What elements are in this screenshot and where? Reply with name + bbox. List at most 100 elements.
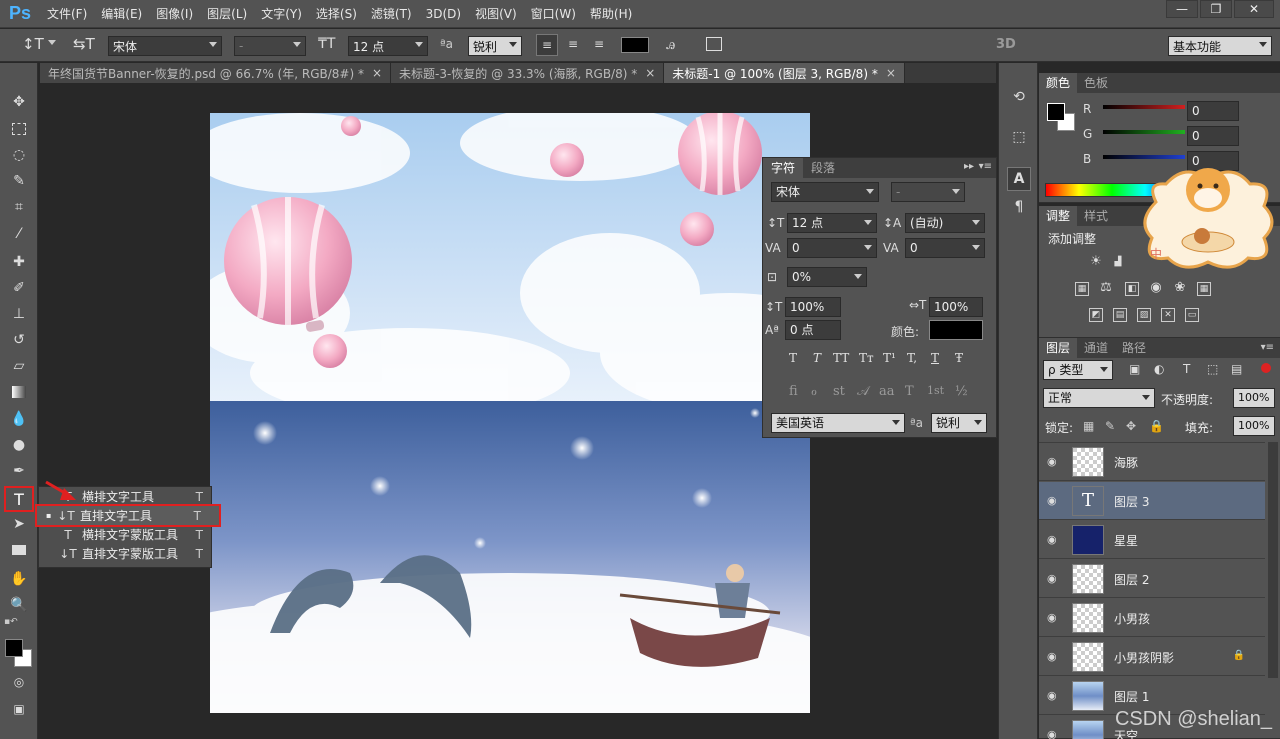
menu-item-9[interactable]: 窗口(W) (524, 0, 583, 28)
layer-row[interactable]: ◉ 海豚 (1039, 443, 1265, 481)
layer-row[interactable]: ◉ 图层 2 (1039, 560, 1265, 598)
balance-icon[interactable]: ⚖ (1099, 281, 1113, 296)
tab-close-icon[interactable]: × (645, 66, 655, 80)
marquee-tool-icon[interactable] (6, 118, 32, 140)
vibrance-icon[interactable]: ▦ (1075, 282, 1089, 296)
layer-row[interactable]: ◉ T 图层 3 (1039, 482, 1265, 520)
color-lookup-icon[interactable]: ▦ (1197, 282, 1211, 296)
selective-color-icon[interactable]: ✕ (1161, 308, 1175, 322)
char-panel-toggle-icon[interactable] (706, 37, 722, 51)
document-tab-1[interactable]: 未标题-3-恢复的 @ 33.3% (海豚, RGB/8) * × (391, 63, 665, 83)
lasso-tool-icon[interactable]: ◌ (6, 144, 32, 166)
small-caps-icon[interactable]: Tт (859, 351, 874, 365)
visibility-eye-icon[interactable]: ◉ (1047, 611, 1061, 625)
close-button[interactable]: ✕ (1234, 0, 1274, 18)
visibility-eye-icon[interactable]: ◉ (1047, 533, 1061, 547)
channel-mixer-icon[interactable]: ❀ (1173, 281, 1187, 296)
visibility-eye-icon[interactable]: ◉ (1047, 650, 1061, 664)
opacity-input[interactable]: 100% (1233, 388, 1275, 408)
align-right-icon[interactable]: ≡ (588, 34, 610, 56)
history-panel-icon[interactable]: ⟲ (1007, 85, 1031, 109)
lock-transparent-icon[interactable]: ▦ (1083, 419, 1094, 433)
flyout-item-horizontal-type-mask[interactable]: T 横排文字蒙版工具 T (39, 525, 211, 544)
tab-styles[interactable]: 样式 (1077, 206, 1115, 226)
tab-close-icon[interactable]: × (886, 66, 896, 80)
char-size-select[interactable]: 12 点 (787, 213, 877, 233)
tab-close-icon[interactable]: × (372, 66, 382, 80)
char-hscale-input[interactable]: 100% (929, 297, 983, 317)
language-select[interactable]: 美国英语 (771, 413, 905, 433)
lock-position-icon[interactable]: ✥ (1126, 419, 1136, 433)
eraser-tool-icon[interactable]: ▱ (6, 355, 32, 377)
font-style-select[interactable]: - (234, 36, 306, 56)
workspace-select[interactable]: 基本功能 (1168, 36, 1272, 56)
default-colors-icon[interactable]: ▪↶ (4, 617, 18, 627)
hand-tool-icon[interactable]: ✋ (6, 568, 32, 590)
fill-input[interactable]: 100% (1233, 416, 1275, 436)
levels-icon[interactable]: ▟ (1111, 256, 1125, 270)
underline-icon[interactable]: T (931, 351, 939, 365)
brightness-icon[interactable]: ☀ (1089, 255, 1103, 270)
fractions-icon[interactable]: ½ (955, 384, 968, 399)
tab-paragraph[interactable]: 段落 (803, 158, 843, 178)
blend-mode-select[interactable]: 正常 (1043, 388, 1155, 408)
channel-slider[interactable] (1103, 155, 1185, 159)
panel-menu-icon[interactable]: ▾≡ (979, 161, 992, 172)
foreground-color-swatch[interactable] (5, 639, 23, 657)
path-select-tool-icon[interactable]: ➤ (6, 513, 32, 535)
menu-item-0[interactable]: 文件(F) (40, 0, 94, 28)
tab-channels[interactable]: 通道 (1077, 338, 1115, 358)
layer-filter-select[interactable]: ρ 类型 (1043, 360, 1113, 380)
strikethrough-icon[interactable]: Ŧ (955, 351, 963, 365)
channel-value-input[interactable]: 0 (1187, 126, 1239, 146)
paragraph-panel-icon[interactable]: ¶ (1007, 195, 1031, 219)
healing-brush-tool-icon[interactable]: ✚ (6, 251, 32, 273)
filter-smart-icon[interactable]: ▤ (1231, 362, 1242, 376)
menu-item-1[interactable]: 编辑(E) (94, 0, 149, 28)
menu-item-6[interactable]: 滤镜(T) (364, 0, 419, 28)
old-style-icon[interactable]: ℴ (811, 384, 817, 399)
char-font-style-select[interactable]: - (891, 182, 965, 202)
tab-color[interactable]: 颜色 (1039, 73, 1078, 93)
menu-item-5[interactable]: 选择(S) (309, 0, 364, 28)
layer-row[interactable]: ◉ 小男孩 (1039, 599, 1265, 637)
channel-slider[interactable] (1103, 130, 1185, 134)
filter-toggle-icon[interactable] (1261, 363, 1271, 373)
artwork-canvas[interactable] (210, 113, 810, 713)
titling-icon[interactable]: T (905, 384, 914, 399)
visibility-eye-icon[interactable]: ◉ (1047, 728, 1061, 739)
threshold-icon[interactable]: ▨ (1137, 308, 1151, 322)
invert-icon[interactable]: ◩ (1089, 308, 1103, 322)
channel-value-input[interactable]: 0 (1187, 101, 1239, 121)
warp-text-icon[interactable]: ꭿ (666, 35, 675, 53)
move-tool-icon[interactable]: ✥ (6, 91, 32, 113)
antialias-select[interactable]: 锐利 (468, 36, 522, 56)
menu-item-7[interactable]: 3D(D) (419, 0, 468, 28)
tab-layers[interactable]: 图层 (1039, 338, 1078, 358)
menu-item-4[interactable]: 文字(Y) (254, 0, 309, 28)
ligature-icon[interactable]: ﬁ (789, 384, 798, 399)
text-color-swatch[interactable] (621, 37, 649, 53)
visibility-eye-icon[interactable]: ◉ (1047, 455, 1061, 469)
menu-item-10[interactable]: 帮助(H) (583, 0, 639, 28)
dodge-tool-icon[interactable]: ● (6, 434, 32, 456)
document-tab-0[interactable]: 年终国货节Banner-恢复的.psd @ 66.7% (年, RGB/8#) … (40, 63, 392, 83)
filter-adjustment-icon[interactable]: ◐ (1154, 362, 1164, 376)
filter-pixel-icon[interactable]: ▣ (1129, 362, 1140, 376)
text-tool-preset-icon[interactable]: ↕T (22, 35, 44, 53)
minimize-button[interactable]: — (1166, 0, 1198, 18)
panel-menu-icon[interactable]: ▾≡ (1261, 342, 1274, 353)
font-size-select[interactable]: 12 点 (348, 36, 428, 56)
stylistic-alternates-icon[interactable]: aa (879, 384, 895, 399)
channel-slider[interactable] (1103, 105, 1185, 109)
subscript-icon[interactable]: T, (907, 351, 917, 365)
char-tsume-select[interactable]: 0% (787, 267, 867, 287)
quick-mask-icon[interactable]: ◎ (6, 671, 32, 693)
layer-list-scrollbar[interactable] (1268, 442, 1278, 678)
char-tracking-select[interactable]: 0 (905, 238, 985, 258)
faux-bold-icon[interactable]: T (789, 351, 797, 365)
char-antialias-select[interactable]: 锐利 (931, 413, 987, 433)
layer-row[interactable]: ◉ 小男孩阴影 🔒 (1039, 638, 1265, 676)
orientation-toggle-icon[interactable]: ⇆T (73, 35, 95, 53)
zoom-tool-icon[interactable]: 🔍 (6, 594, 32, 616)
